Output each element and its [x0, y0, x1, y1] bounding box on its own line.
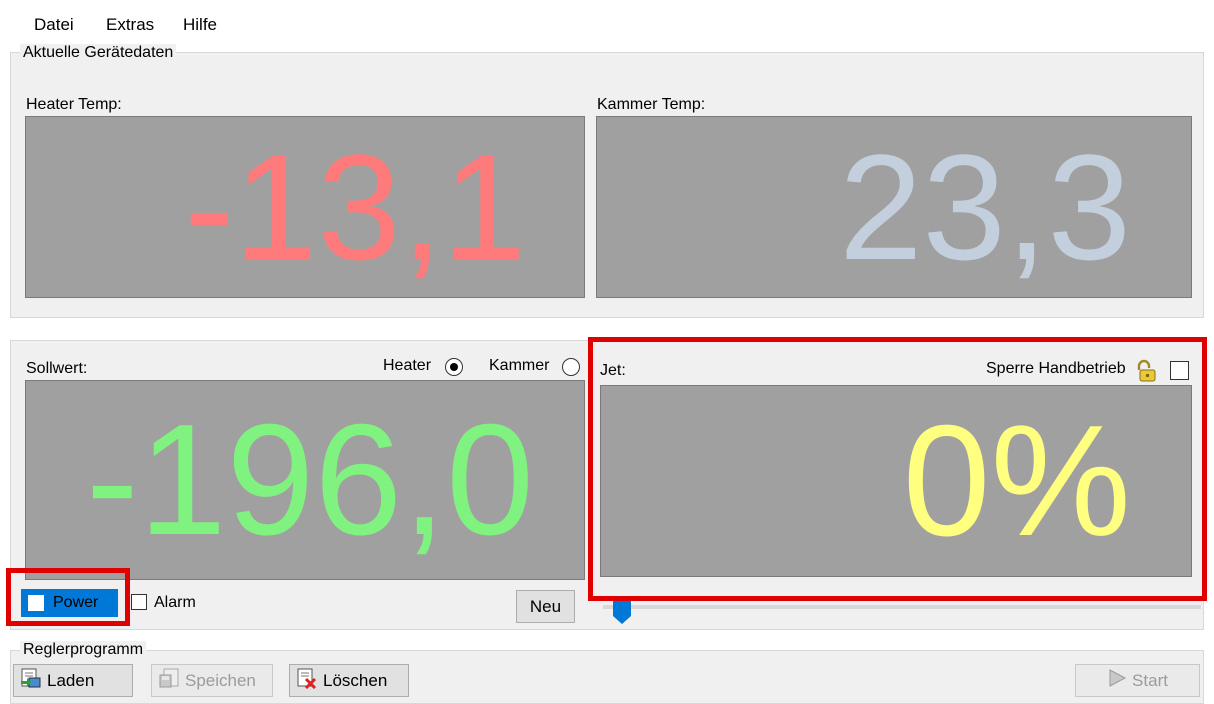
power-toggle[interactable]: Power	[21, 589, 118, 617]
load-button[interactable]: Laden	[13, 664, 133, 697]
start-button[interactable]: Start	[1075, 664, 1200, 697]
jet-slider-thumb[interactable]	[613, 600, 631, 624]
save-button[interactable]: Speichen	[151, 664, 273, 697]
current-data-title: Aktuelle Gerätedaten	[20, 44, 177, 62]
menu-extras[interactable]: Extras	[106, 15, 154, 35]
radio-kammer-label: Kammer	[489, 357, 550, 374]
delete-label: Löschen	[323, 670, 388, 690]
heater-temp-display: -13,1	[25, 116, 585, 298]
alarm-checkbox[interactable]	[131, 594, 147, 610]
heater-temp-value: -13,1	[184, 123, 526, 291]
kammer-temp-label: Kammer Temp:	[597, 96, 706, 113]
lock-label: Sperre Handbetrieb	[986, 360, 1126, 377]
power-checkbox[interactable]	[28, 595, 44, 611]
setpoint-label: Sollwert:	[26, 360, 88, 377]
start-label: Start	[1132, 670, 1168, 690]
alarm-label: Alarm	[154, 594, 196, 611]
jet-label: Jet:	[600, 362, 626, 379]
radio-heater-dot	[450, 363, 458, 371]
jet-slider-track[interactable]	[603, 605, 1201, 609]
delete-icon	[296, 667, 318, 694]
setpoint-value: -196,0	[85, 392, 534, 568]
jet-display: 0%	[600, 385, 1192, 577]
radio-kammer[interactable]	[562, 358, 580, 376]
radio-heater[interactable]	[445, 358, 463, 376]
menu-datei[interactable]: Datei	[34, 15, 74, 35]
save-label: Speichen	[185, 670, 256, 690]
play-icon	[1107, 668, 1127, 693]
load-icon	[20, 667, 42, 694]
radio-heater-label: Heater	[383, 357, 432, 374]
new-button[interactable]: Neu	[516, 590, 575, 623]
heater-temp-label: Heater Temp:	[26, 96, 122, 113]
delete-button[interactable]: Löschen	[289, 664, 409, 697]
jet-value: 0%	[902, 393, 1131, 569]
kammer-temp-display: 23,3	[596, 116, 1192, 298]
save-icon	[158, 667, 180, 694]
load-label: Laden	[47, 670, 95, 690]
power-label: Power	[53, 594, 99, 611]
lock-checkbox[interactable]	[1170, 361, 1189, 380]
setpoint-display: -196,0	[25, 380, 585, 580]
program-title: Reglerprogramm	[20, 641, 147, 659]
menu-hilfe[interactable]: Hilfe	[183, 15, 217, 35]
padlock-icon	[1134, 359, 1158, 383]
kammer-temp-value: 23,3	[839, 123, 1131, 291]
